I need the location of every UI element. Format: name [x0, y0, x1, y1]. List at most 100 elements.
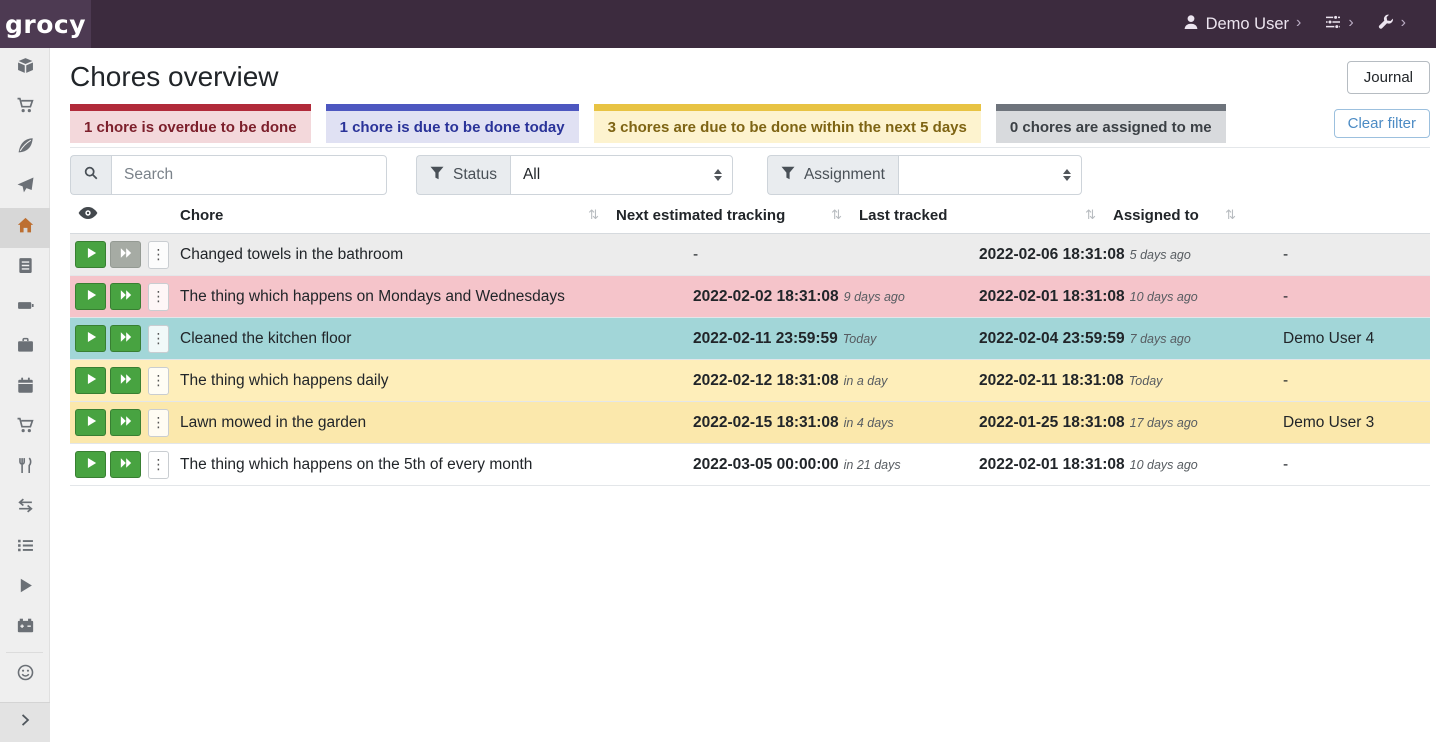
skip-chore-button[interactable] — [110, 367, 141, 394]
sidebar-item-transfer[interactable] — [0, 488, 50, 528]
skip-chore-button[interactable] — [110, 451, 141, 478]
status-label-text: Status — [453, 166, 497, 184]
track-chore-button[interactable] — [75, 325, 106, 352]
filter-funnel-icon — [430, 166, 444, 185]
sidebar-item-stock-overview[interactable] — [0, 48, 50, 88]
search-group — [70, 155, 387, 195]
track-chore-button[interactable] — [75, 283, 106, 310]
last-tracked-cell: 2022-02-01 18:31:0810 days ago — [974, 456, 1278, 474]
last-tracked-cell: 2022-01-25 18:31:0817 days ago — [974, 414, 1278, 432]
calendar-icon — [17, 377, 34, 399]
sidebar-item-inventory[interactable] — [0, 528, 50, 568]
top-navbar: grocy Demo User › › › — [0, 0, 1436, 48]
status-select[interactable]: All — [510, 155, 733, 195]
status-banner-row: 1 chore is overdue to be done 1 chore is … — [70, 104, 1430, 143]
smiley-icon — [17, 664, 34, 686]
sidebar-item-recipes[interactable] — [0, 128, 50, 168]
relative-time: Today — [1129, 374, 1163, 388]
row-actions: ⋮ — [70, 409, 175, 437]
sidebar — [0, 48, 50, 742]
play-icon — [85, 373, 97, 388]
chore-name: The thing which happens on Mondays and W… — [175, 288, 688, 306]
status-banner-0[interactable]: 1 chore is overdue to be done — [70, 104, 311, 143]
track-chore-button[interactable] — [75, 451, 106, 478]
timestamp: 2022-02-11 23:59:59 — [693, 330, 838, 347]
battery-icon — [17, 297, 34, 319]
sidebar-item-tasks[interactable] — [0, 248, 50, 288]
last-tracked-cell: 2022-02-01 18:31:0810 days ago — [974, 288, 1278, 306]
sidebar-item-meal-plan[interactable] — [0, 168, 50, 208]
row-actions: ⋮ — [70, 451, 175, 479]
sidebar-item-consume[interactable] — [0, 448, 50, 488]
row-menu-button[interactable]: ⋮ — [148, 409, 169, 437]
relative-time: 9 days ago — [844, 290, 905, 304]
play-icon — [85, 289, 97, 304]
col-header-label: Next estimated tracking — [616, 207, 785, 224]
track-chore-button[interactable] — [75, 409, 106, 436]
user-menu[interactable]: Demo User › — [1183, 14, 1302, 35]
sidebar-item-chores-overview[interactable] — [0, 208, 50, 248]
table-row: ⋮Lawn mowed in the garden2022-02-15 18:3… — [70, 402, 1430, 444]
relative-time: Today — [843, 332, 877, 346]
clear-filter-button[interactable]: Clear filter — [1334, 109, 1430, 138]
divider — [70, 147, 1430, 148]
assignment-filter-label: Assignment — [767, 155, 898, 195]
skip-chore-button[interactable] — [110, 409, 141, 436]
admin-menu[interactable]: › — [1378, 14, 1406, 35]
relative-time: in a day — [844, 374, 888, 388]
sort-icon: ⇅ — [831, 207, 842, 223]
grocy-app: grocy Demo User › › › — [0, 0, 1436, 742]
col-header-last-tracked[interactable]: Last tracked ⇅ — [854, 197, 1108, 233]
chore-name: The thing which happens daily — [175, 372, 688, 390]
col-header-assigned-to[interactable]: Assigned to ⇅ — [1108, 197, 1248, 233]
col-header-chore[interactable]: Chore ⇅ — [175, 197, 611, 233]
app-logo[interactable]: grocy — [0, 0, 91, 48]
briefcase-icon — [17, 337, 34, 359]
col-header-label: Chore — [180, 207, 223, 224]
sidebar-item-chore-tracking[interactable] — [0, 568, 50, 608]
sidebar-item-emoji-menu[interactable] — [0, 657, 50, 693]
skip-chore-button[interactable] — [110, 325, 141, 352]
row-menu-button[interactable]: ⋮ — [148, 283, 169, 311]
sidebar-expand-toggle[interactable] — [0, 702, 50, 742]
chore-name: Cleaned the kitchen floor — [175, 330, 688, 348]
next-tracking-cell: 2022-02-11 23:59:59 Today — [688, 330, 974, 348]
status-banner-1[interactable]: 1 chore is due to be done today — [326, 104, 579, 143]
topbar-menus: Demo User › › › — [1183, 14, 1436, 35]
track-chore-button[interactable] — [75, 241, 106, 268]
status-banner-2[interactable]: 3 chores are due to be done within the n… — [594, 104, 981, 143]
col-header-label: Last tracked — [859, 207, 947, 224]
assignment-select[interactable] — [898, 155, 1082, 195]
row-menu-button[interactable]: ⋮ — [148, 325, 169, 353]
sidebar-item-calendar[interactable] — [0, 368, 50, 408]
cart-icon — [17, 97, 34, 119]
row-menu-button[interactable]: ⋮ — [148, 241, 169, 269]
sidebar-item-equipment[interactable] — [0, 328, 50, 368]
sidebar-item-batteries-overview[interactable] — [0, 288, 50, 328]
sidebar-item-shopping-list[interactable] — [0, 88, 50, 128]
track-chore-button[interactable] — [75, 367, 106, 394]
assigned-to-cell: - — [1278, 246, 1430, 264]
settings-menu[interactable]: › — [1325, 14, 1353, 35]
fast-forward-icon — [120, 457, 132, 472]
sort-icon: ⇅ — [1225, 207, 1236, 223]
last-tracked-cell: 2022-02-06 18:31:085 days ago — [974, 246, 1278, 264]
assignment-label-text: Assignment — [804, 166, 885, 184]
fast-forward-icon — [120, 289, 132, 304]
sidebar-item-battery-tracking[interactable] — [0, 608, 50, 648]
status-banner-3[interactable]: 0 chores are assigned to me — [996, 104, 1226, 143]
skip-chore-button[interactable] — [110, 283, 141, 310]
cart-icon — [17, 417, 34, 439]
sidebar-item-purchase[interactable] — [0, 408, 50, 448]
timestamp: 2022-03-05 00:00:00 — [693, 456, 839, 473]
assigned-to-cell: - — [1278, 372, 1430, 390]
skip-chore-button[interactable] — [110, 241, 141, 268]
col-header-next-tracking[interactable]: Next estimated tracking ⇅ — [611, 197, 854, 233]
journal-button[interactable]: Journal — [1347, 61, 1430, 94]
chevron-icon: › — [1348, 15, 1353, 31]
relative-time: 7 days ago — [1130, 332, 1191, 346]
row-menu-button[interactable]: ⋮ — [148, 451, 169, 479]
search-input[interactable] — [111, 155, 387, 195]
page-title: Chores overview — [70, 58, 279, 96]
row-menu-button[interactable]: ⋮ — [148, 367, 169, 395]
